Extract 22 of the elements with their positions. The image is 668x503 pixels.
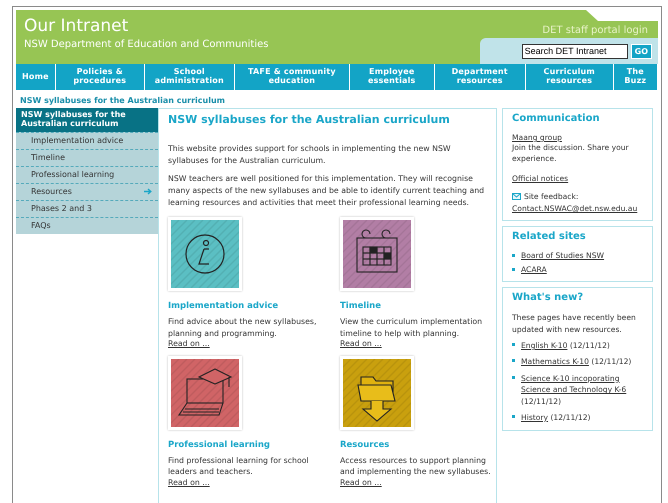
sidebar-item[interactable]: FAQs	[16, 216, 158, 234]
bullet-icon	[512, 376, 515, 379]
bullet-icon	[512, 414, 515, 418]
panel-title: What's new?	[512, 292, 584, 304]
bullet-icon	[512, 359, 515, 362]
sidebar-item[interactable]: Phases 2 and 3	[16, 200, 158, 217]
bullet-icon	[512, 254, 515, 258]
site-title: Our Intranet	[24, 16, 130, 36]
panel-title: Related sites	[512, 231, 587, 242]
mail-icon	[512, 192, 521, 200]
bullet-icon	[512, 342, 515, 346]
site-subtitle: NSW Department of Education and Communities	[24, 39, 268, 50]
page-heading: NSW syllabuses for the Australian curriculum	[168, 113, 451, 126]
panel-title: Communication	[512, 113, 601, 124]
search-field[interactable]: Search DET Intranet	[522, 44, 628, 58]
breadcrumb: NSW syllabuses for the Australian curriculum	[19, 95, 226, 107]
sidebar-title[interactable]: NSW syllabuses for the Australian curriculum	[16, 108, 158, 132]
sidebar-item[interactable]: Timeline	[16, 148, 158, 166]
sidebar-item[interactable]: Resources	[16, 182, 158, 200]
sidebar-item[interactable]: Implementation advice	[16, 132, 158, 149]
sidebar-item[interactable]: Professional learning	[16, 166, 158, 183]
bullet-icon	[512, 268, 515, 272]
